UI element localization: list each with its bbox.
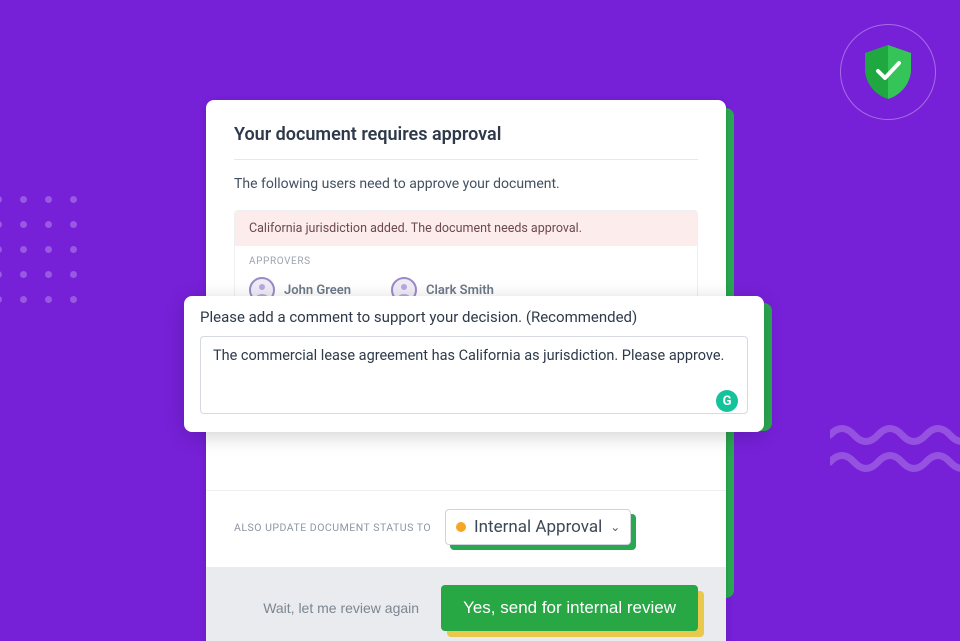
- status-label: ALSO UPDATE DOCUMENT STATUS TO: [234, 521, 431, 534]
- shield-check-icon: [861, 43, 915, 101]
- grammarly-icon[interactable]: G: [716, 390, 738, 412]
- modal-title: Your document requires approval: [234, 124, 698, 160]
- status-selected-value: Internal Approval: [474, 517, 602, 537]
- comment-textarea[interactable]: [200, 336, 748, 414]
- decorative-dot-grid: [0, 196, 77, 303]
- alert-strip: California jurisdiction added. The docum…: [235, 211, 697, 246]
- status-select[interactable]: Internal Approval ⌄: [445, 509, 631, 545]
- review-again-button[interactable]: Wait, let me review again: [255, 590, 427, 626]
- modal-subtitle: The following users need to approve your…: [234, 176, 698, 192]
- status-row: ALSO UPDATE DOCUMENT STATUS TO Internal …: [206, 490, 726, 561]
- chevron-down-icon: ⌄: [610, 520, 620, 534]
- comment-label: Please add a comment to support your dec…: [200, 308, 748, 326]
- approvers-label: APPROVERS: [235, 246, 697, 271]
- comment-panel: Please add a comment to support your dec…: [184, 296, 764, 432]
- status-dot-icon: [456, 522, 466, 532]
- shield-badge: [840, 24, 936, 120]
- modal-footer: Wait, let me review again Yes, send for …: [206, 567, 726, 641]
- decorative-waves: [830, 420, 960, 480]
- send-for-review-button[interactable]: Yes, send for internal review: [441, 585, 698, 631]
